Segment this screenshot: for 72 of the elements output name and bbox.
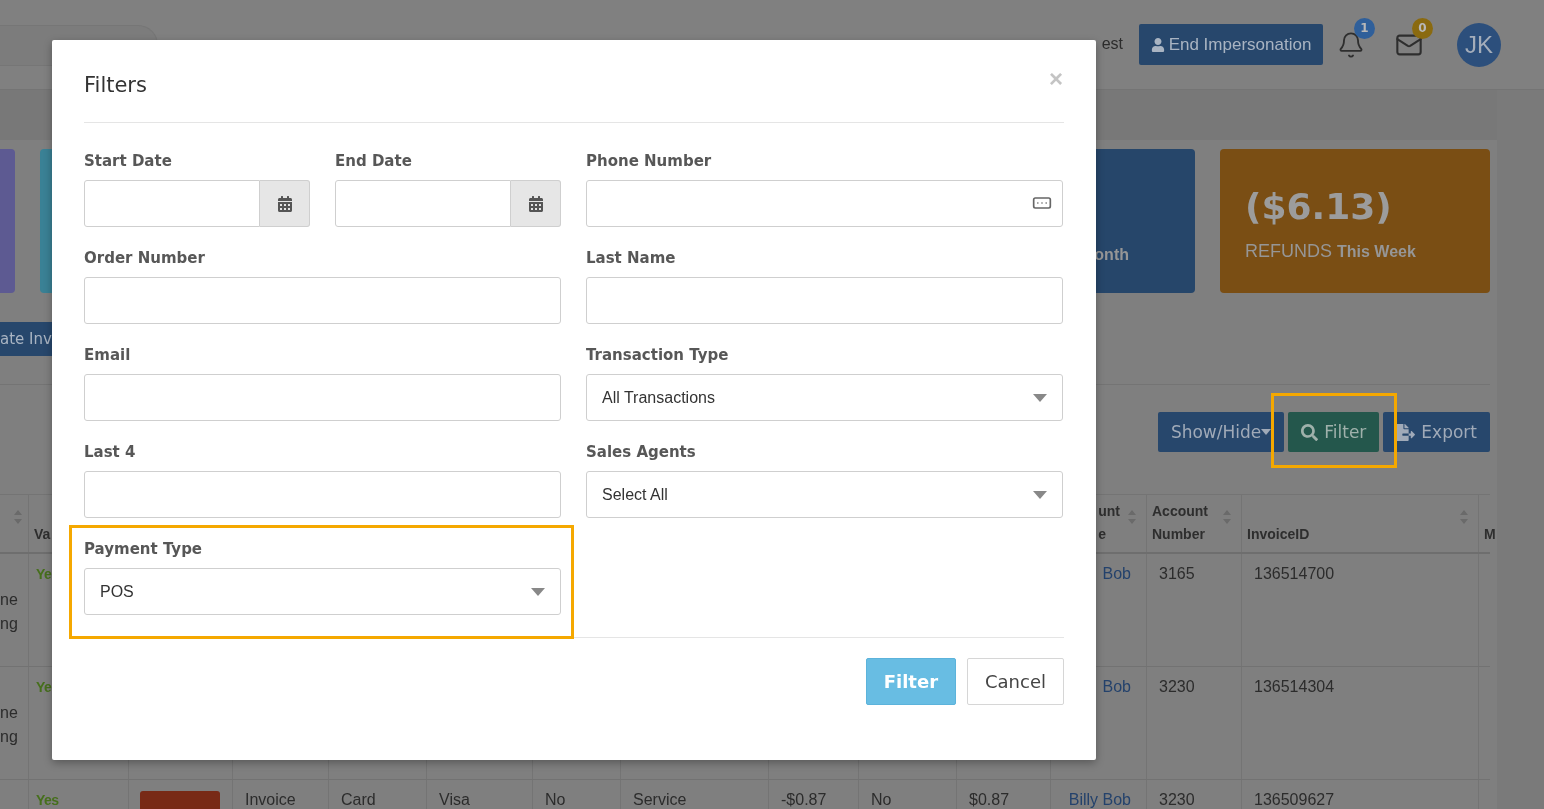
- calendar-icon: [276, 195, 293, 212]
- table-cell: 3165: [1159, 565, 1195, 582]
- filter-button[interactable]: Filter: [1288, 412, 1380, 452]
- user-icon: [1150, 37, 1165, 52]
- table-cell: No: [871, 791, 892, 808]
- table-cell: $0.87: [969, 791, 1010, 808]
- field-label: Order Number: [84, 249, 206, 269]
- status-text: Ye: [36, 566, 52, 582]
- field-label: Payment Type: [84, 540, 204, 560]
- apply-filter-button[interactable]: Filter: [865, 658, 956, 705]
- field-label: Phone Number: [586, 152, 713, 172]
- caret-icon: [1033, 393, 1047, 402]
- table-cell: 3230: [1159, 678, 1195, 695]
- column-header[interactable]: Account Number: [1152, 500, 1215, 546]
- customer-link[interactable]: Bob: [1102, 565, 1131, 582]
- customer-link[interactable]: Bob: [1102, 678, 1131, 695]
- table-cell: No: [545, 791, 566, 808]
- caret-icon: [1261, 429, 1272, 435]
- table-cell: Invoice: [245, 791, 296, 808]
- table-cell: Card: [341, 791, 376, 808]
- text-field[interactable]: [84, 277, 561, 324]
- text-field[interactable]: [586, 277, 1063, 324]
- table-cell: ne ng: [0, 704, 18, 745]
- table-cell: Visa: [439, 791, 470, 808]
- column-header[interactable]: InvoiceID: [1247, 523, 1452, 546]
- customer-link[interactable]: Billy Bob: [1068, 791, 1131, 808]
- field-label: Sales Agents: [586, 443, 697, 463]
- column-header[interactable]: unt e: [1098, 500, 1120, 546]
- stat-value: ($6.13): [1245, 186, 1393, 227]
- show-hide-dropdown[interactable]: Show/Hide: [1157, 412, 1285, 452]
- status-text: Yes: [36, 792, 59, 808]
- calendar-button[interactable]: [260, 180, 310, 227]
- field-label: Email: [84, 346, 132, 366]
- field-label: End Date: [335, 152, 413, 172]
- table-cell: -$0.87: [781, 791, 827, 808]
- caret-icon: [531, 587, 545, 596]
- table-cell: ne ng: [0, 591, 18, 632]
- field-label: Last 4: [84, 443, 137, 463]
- export-icon: [1396, 422, 1416, 442]
- export-button[interactable]: Export: [1383, 412, 1490, 452]
- search-icon: [1301, 423, 1319, 441]
- dialog-title: Filters: [84, 73, 147, 97]
- bell-icon[interactable]: [1337, 30, 1365, 59]
- table-cell: 136514700: [1254, 565, 1335, 582]
- avatar[interactable]: JK: [1457, 22, 1501, 67]
- stat-label: REFUNDS This Week: [1245, 241, 1417, 262]
- date-field[interactable]: [335, 180, 511, 227]
- caret-icon: [1033, 490, 1047, 499]
- field-label: Start Date: [84, 152, 173, 172]
- message-count: 0: [1412, 17, 1433, 39]
- stat-label: onth: [1094, 245, 1129, 265]
- greeting-text: est: [1101, 34, 1123, 53]
- calendar-icon: [527, 195, 544, 212]
- end-impersonation-button[interactable]: End Impersonation: [1139, 24, 1323, 65]
- select-field[interactable]: POS: [84, 568, 561, 615]
- text-field[interactable]: [84, 471, 561, 518]
- phone-field[interactable]: [586, 180, 1063, 227]
- status-text: Ye: [36, 679, 52, 695]
- date-field[interactable]: [84, 180, 260, 227]
- table-cell: 136514304: [1254, 678, 1335, 695]
- column-header[interactable]: M: [1484, 523, 1496, 546]
- select-field[interactable]: All Transactions: [586, 374, 1063, 421]
- table-cell: 136509627: [1254, 791, 1335, 808]
- cancel-button[interactable]: Cancel: [967, 658, 1064, 705]
- text-field[interactable]: [84, 374, 561, 421]
- field-label: Transaction Type: [586, 346, 730, 366]
- select-field[interactable]: Select All: [586, 471, 1063, 518]
- calendar-button[interactable]: [511, 180, 561, 227]
- field-label: Last Name: [586, 249, 677, 269]
- notification-count: 1: [1354, 17, 1375, 39]
- table-cell: 3230: [1159, 791, 1195, 808]
- table-cell: Service: [633, 791, 687, 808]
